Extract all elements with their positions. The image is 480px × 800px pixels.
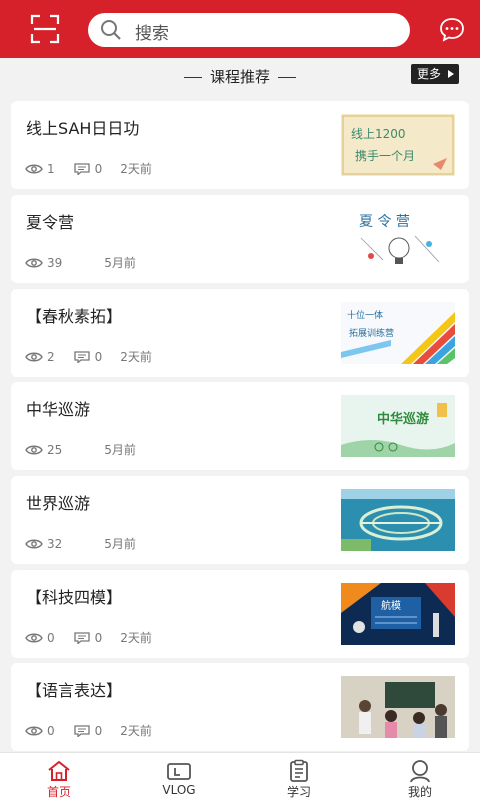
course-card[interactable]: 线上SAH日日功 1 0 2天前 线上1200 携手一个月	[11, 101, 469, 189]
tab-study[interactable]: 学习	[259, 753, 339, 800]
title-dash-left	[183, 77, 202, 78]
course-thumbnail	[341, 676, 455, 738]
video-icon	[167, 763, 191, 780]
comment-icon	[73, 162, 90, 175]
tab-label: VLOG	[162, 783, 196, 797]
post-time: 5月前	[104, 443, 136, 457]
search-input[interactable]: 搜索	[88, 13, 410, 47]
course-title: 线上SAH日日功	[26, 119, 140, 138]
tab-label: 我的	[407, 785, 432, 799]
search-icon	[101, 20, 121, 40]
course-meta: 2 0 2天前	[25, 348, 152, 365]
course-thumbnail: 中华巡游	[341, 395, 455, 457]
course-thumbnail: 航模	[341, 583, 455, 645]
course-thumbnail: 线上1200 携手一个月	[341, 114, 455, 176]
course-meta: 0 0 2天前	[25, 722, 152, 739]
post-time: 2天前	[120, 631, 152, 645]
svg-text:携手一个月: 携手一个月	[355, 148, 415, 163]
user-icon	[410, 760, 430, 783]
comment-count: 0	[94, 723, 103, 738]
view-count: 32	[47, 536, 63, 551]
course-title: 世界巡游	[26, 494, 91, 513]
top-bar: 搜索	[0, 0, 480, 58]
scan-icon	[30, 14, 60, 44]
course-card[interactable]: 夏令营 39 5月前 夏 令 营	[11, 195, 469, 283]
svg-text:航模: 航模	[381, 599, 401, 612]
view-count: 1	[47, 161, 55, 176]
comment-icon	[73, 724, 90, 737]
search-placeholder: 搜索	[135, 24, 169, 44]
course-title: 夏令营	[26, 213, 75, 232]
course-thumbnail: 十位一体 拓展训练营	[341, 302, 455, 364]
svg-text:夏 令 营: 夏 令 营	[359, 214, 410, 230]
comment-count: 0	[94, 630, 103, 645]
chat-bubble-icon	[440, 18, 464, 42]
course-thumbnail	[341, 489, 455, 551]
tab-home[interactable]: 首页	[19, 753, 99, 800]
course-title: 中华巡游	[26, 400, 91, 419]
eye-icon	[25, 164, 43, 173]
section-title-text: 课程推荐	[209, 68, 270, 86]
comment-icon	[73, 350, 90, 363]
course-meta: 39 5月前	[25, 254, 136, 271]
tab-mine[interactable]: 我的	[380, 753, 460, 800]
more-label: 更多	[417, 67, 442, 81]
course-meta: 25 5月前	[25, 441, 136, 458]
view-count: 25	[47, 442, 63, 457]
section-title: 课程推荐	[0, 66, 480, 87]
eye-icon	[25, 539, 43, 548]
view-count: 39	[47, 255, 63, 270]
view-count: 2	[47, 349, 55, 364]
comment-count: 0	[94, 161, 103, 176]
course-card[interactable]: 中华巡游 25 5月前 中华巡游	[11, 382, 469, 470]
eye-icon	[25, 633, 43, 642]
view-count: 0	[47, 630, 55, 645]
bottom-tab-bar: 首页 VLOG 学习 我的	[0, 752, 480, 800]
post-time: 5月前	[104, 537, 136, 551]
course-card[interactable]: 【语言表达】 0 0 2天前	[11, 663, 469, 751]
tab-label: 学习	[286, 785, 311, 799]
course-card[interactable]: 【春秋素拓】 2 0 2天前 十位一体 拓展训练营	[11, 289, 469, 377]
comment-icon	[73, 631, 90, 644]
title-dash-right	[278, 77, 296, 78]
svg-text:拓展训练营: 拓展训练营	[349, 327, 394, 339]
course-title: 【语言表达】	[26, 681, 123, 700]
message-button[interactable]	[438, 16, 466, 44]
comment-count: 0	[94, 349, 103, 364]
course-card[interactable]: 【科技四模】 0 0 2天前 航模	[11, 570, 469, 658]
course-title: 【科技四模】	[26, 588, 123, 607]
svg-text:十位一体: 十位一体	[347, 309, 383, 321]
course-thumbnail: 夏 令 营	[341, 208, 455, 270]
post-time: 2天前	[120, 162, 152, 176]
play-arrow-icon	[448, 70, 454, 78]
course-card[interactable]: 世界巡游 32 5月前	[11, 476, 469, 564]
post-time: 2天前	[120, 724, 152, 738]
clipboard-icon	[290, 759, 308, 782]
post-time: 2天前	[120, 350, 152, 364]
course-meta: 0 0 2天前	[25, 629, 152, 646]
eye-icon	[25, 445, 43, 454]
post-time: 5月前	[104, 256, 136, 270]
eye-icon	[25, 352, 43, 361]
eye-icon	[25, 726, 43, 735]
section-header: 课程推荐	[0, 58, 480, 96]
home-icon	[48, 760, 70, 781]
view-count: 0	[47, 723, 55, 738]
more-button[interactable]: 更多	[411, 64, 459, 84]
course-title: 【春秋素拓】	[26, 307, 123, 326]
eye-icon	[25, 258, 43, 267]
svg-text:线上1200: 线上1200	[351, 127, 406, 141]
scan-button[interactable]	[28, 12, 62, 46]
course-meta: 1 0 2天前	[25, 160, 152, 177]
tab-vlog[interactable]: VLOG	[139, 753, 219, 800]
svg-text:中华巡游: 中华巡游	[377, 411, 429, 427]
tab-label: 首页	[46, 785, 71, 799]
course-meta: 32 5月前	[25, 535, 136, 552]
